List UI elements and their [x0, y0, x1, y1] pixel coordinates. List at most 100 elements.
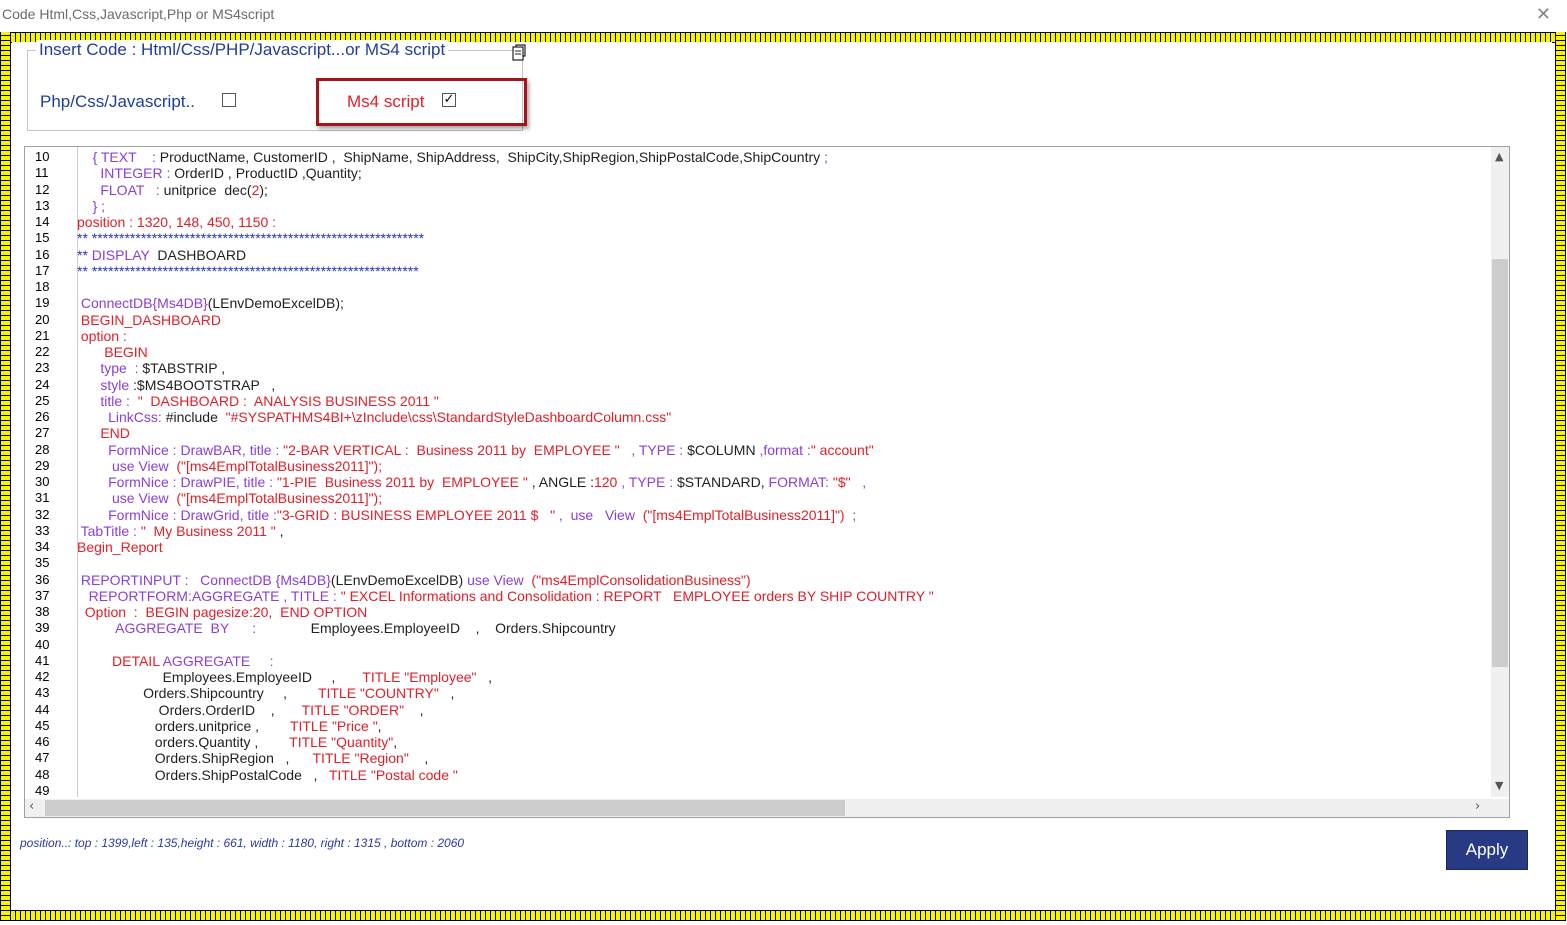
- line-number: 43: [35, 685, 50, 701]
- code-token: );: [259, 181, 268, 198]
- code-line: FLOAT : unitprice dec(2);: [77, 182, 268, 198]
- line-number-gutter: 10 11 12 13 14 15 16 17 18 19 20 21 22 23 24 25 26 27 28 29…: [25, 147, 78, 798]
- code-token: ,: [404, 701, 424, 718]
- line-number: 20: [35, 311, 50, 327]
- line-number: 16: [35, 246, 50, 262]
- code-token: type :: [77, 360, 143, 377]
- code-line: Orders.OrderID , TITLE "ORDER" ,: [77, 702, 424, 718]
- code-token: " EXCEL Informations and Consolidation :…: [340, 587, 934, 604]
- code-token: ("[ms4EmplTotalBusiness2011]");: [176, 490, 383, 507]
- code-token: "3-GRID : BUSINESS EMPLOYEE 2011 $ ": [276, 506, 556, 523]
- code-token: (LEnvDemoExcelDB);: [207, 295, 344, 312]
- code-token: TITLE "Postal code ": [328, 766, 458, 783]
- ms4-option-label[interactable]: Ms4 script: [347, 92, 424, 112]
- code-token: FORMAT:: [768, 474, 833, 490]
- code-line: DETAIL AGGREGATE :: [77, 653, 274, 669]
- code-token: (LEnvDemoExcelDB): [330, 571, 468, 588]
- scroll-up-icon[interactable]: ▲: [1495, 150, 1503, 163]
- code-token: LinkCss:: [77, 409, 166, 425]
- code-line: use View ("[ms4EmplTotalBusiness2011]");: [77, 490, 382, 506]
- line-number: 23: [35, 360, 50, 376]
- code-editor[interactable]: 10 11 12 13 14 15 16 17 18 19 20 21 22 23 24 25 26 27 28 29…: [24, 146, 1510, 818]
- apply-button[interactable]: Apply: [1446, 830, 1528, 870]
- code-token: INTEGER :: [100, 165, 175, 182]
- ms4-option-checkbox[interactable]: ✓: [442, 93, 456, 107]
- code-token: Option : BEGIN pagesize:20, END OPTION: [77, 604, 368, 620]
- line-number: 44: [35, 701, 50, 717]
- code-line: Orders.Shipcountry , TITLE "COUNTRY" ,: [77, 685, 454, 701]
- code-token: AGGREGATE :: [162, 652, 274, 669]
- code-token: " My Business 2011 ": [140, 522, 276, 539]
- horizontal-scrollbar[interactable]: ‹ ›: [25, 799, 1491, 817]
- code-token: position : 1320, 148, 450, 1150 :: [77, 214, 277, 230]
- ruler-left: [0, 32, 11, 921]
- code-token: TITLE "COUNTRY": [317, 685, 439, 702]
- code-token: FormNice : DrawPIE, title :: [77, 474, 277, 490]
- code-line: END: [77, 425, 130, 441]
- line-number: 29: [35, 457, 50, 473]
- line-number: 14: [35, 214, 50, 229]
- line-number: 41: [35, 652, 50, 668]
- line-number: 30: [35, 474, 50, 489]
- code-line: INTEGER : OrderID , ProductID ,Quantity;: [77, 165, 362, 182]
- vertical-scroll-thumb[interactable]: [1492, 259, 1508, 667]
- code-token: ConnectDB{Ms4DB}: [80, 295, 208, 312]
- line-number: 25: [35, 392, 50, 408]
- line-number: 39: [35, 620, 50, 636]
- code-line: title : " DASHBOARD : ANALYSIS BUSINESS …: [77, 393, 439, 409]
- code-token: #include: [165, 409, 226, 425]
- line-number: 33: [35, 522, 50, 538]
- code-token: FormNice : DrawGrid, title :: [77, 506, 277, 523]
- line-number: 34: [35, 539, 50, 554]
- code-line: style :$MS4BOOTSTRAP ,: [77, 377, 275, 393]
- php-option-label[interactable]: Php/Css/Javascript..: [40, 92, 195, 112]
- line-number: 48: [35, 766, 50, 782]
- line-number: 42: [35, 669, 50, 684]
- code-line: REPORTINPUT : ConnectDB {Ms4DB}(LEnvDemo…: [77, 572, 751, 588]
- line-number: 11: [35, 165, 49, 181]
- code-token: title :: [77, 392, 138, 409]
- code-token: DISPLAY: [91, 246, 158, 263]
- scroll-right-icon[interactable]: ›: [1475, 799, 1480, 814]
- code-line: Orders.ShipRegion , TITLE "Region" ,: [77, 750, 428, 766]
- code-token: Employees.EmployeeID , Orders.Shipcountr…: [310, 620, 616, 637]
- scroll-corner: [1491, 799, 1509, 817]
- code-token: Orders.ShipPostalCode ,: [77, 766, 329, 783]
- vertical-scrollbar[interactable]: ▲ ▼: [1491, 147, 1509, 797]
- code-token: REPORTFORM:AGGREGATE , TITLE :: [77, 587, 341, 604]
- line-number: 21: [35, 327, 50, 343]
- php-option-checkbox[interactable]: [222, 93, 236, 107]
- code-token: DETAIL: [77, 652, 163, 669]
- code-token: "$": [832, 474, 851, 490]
- scroll-down-icon[interactable]: ▼: [1495, 779, 1503, 792]
- code-token: $TABSTRIP ,: [142, 360, 226, 377]
- code-token: , use View: [555, 506, 643, 523]
- code-token: Orders.ShipRegion ,: [77, 750, 313, 767]
- code-token: ,: [408, 750, 429, 767]
- code-token: "1-PIE Business 2011 by EMPLOYEE ": [276, 474, 528, 490]
- code-line: Orders.ShipPostalCode , TITLE "Postal co…: [77, 767, 458, 783]
- scroll-left-icon[interactable]: ‹: [29, 799, 34, 814]
- line-number: 47: [35, 750, 50, 766]
- code-token: ;: [824, 149, 828, 165]
- code-token: 120: [593, 474, 618, 490]
- group-legend: Insert Code : Html/Css/PHP/Javascript...…: [36, 40, 449, 60]
- close-icon[interactable]: ✕: [1536, 4, 1551, 25]
- code-line: use View ("[ms4EmplTotalBusiness2011]");: [77, 458, 382, 474]
- code-token: OrderID , ProductID ,Quantity;: [174, 165, 362, 182]
- code-token: REPORTINPUT : ConnectDB {Ms4DB}: [77, 571, 331, 588]
- code-token: Begin_Report: [77, 539, 163, 555]
- note-icon[interactable]: [512, 44, 526, 61]
- code-line: ** *************************************…: [77, 263, 419, 279]
- horizontal-scroll-thumb[interactable]: [45, 800, 845, 816]
- code-token: " account": [810, 441, 874, 458]
- code-token: orders.Quantity ,: [77, 734, 290, 750]
- code-token: DASHBOARD: [157, 246, 247, 263]
- code-token: $COLUMN: [687, 441, 760, 458]
- code-line: REPORTFORM:AGGREGATE , TITLE : " EXCEL I…: [77, 588, 934, 604]
- line-number: 31: [35, 490, 50, 506]
- code-token: , TYPE :: [619, 441, 688, 458]
- code-token: Orders.Shipcountry ,: [77, 685, 318, 702]
